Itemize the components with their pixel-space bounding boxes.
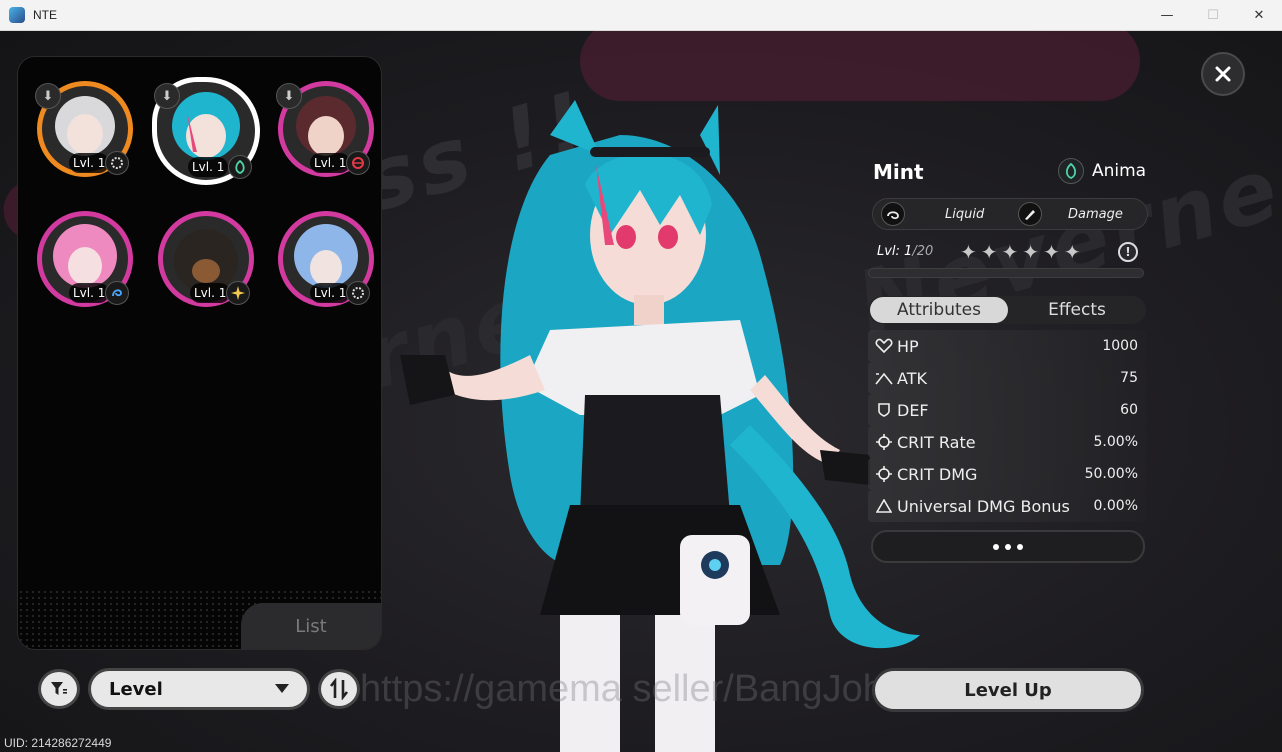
attribute-name: CRIT DMG (897, 464, 978, 484)
character-portrait[interactable]: Lvl. 1 (278, 211, 374, 307)
attribute-name: Universal DMG Bonus (897, 496, 1070, 516)
app-icon (9, 7, 25, 23)
window-close-button[interactable]: ✕ (1236, 0, 1282, 31)
swirl-icon (105, 281, 129, 305)
window-title: NTE (33, 8, 57, 22)
attribute-name: HP (897, 336, 919, 356)
type-liquid-label: Liquid (945, 206, 985, 222)
watermark-text: https://gamema seller/BangJohn (360, 668, 905, 710)
attribute-list: HP 1000 ATK 75 DEF 60 CRIT Rate 5.00% CR… (868, 330, 1146, 522)
attribute-row: HP 1000 (868, 330, 1146, 362)
attribute-row: DEF 60 (868, 394, 1146, 426)
attribute-value: 75 (1120, 370, 1138, 386)
character-portrait[interactable]: ⬇ Lvl. 1 (276, 81, 374, 177)
download-icon: ⬇ (276, 83, 302, 109)
character-model (400, 100, 920, 752)
more-dot-icon (993, 543, 999, 550)
star-icon: ✦ (1063, 240, 1081, 264)
maximize-button[interactable]: ☐ (1190, 0, 1236, 31)
character-type-bar: Liquid Damage (872, 198, 1148, 230)
shield-icon (873, 402, 895, 418)
portrait-level: Lvl. 1 (69, 283, 110, 303)
attribute-value: 50.00% (1084, 466, 1138, 482)
sort-dropdown-label: Level (109, 678, 163, 700)
faction-label: Anima (1092, 161, 1147, 181)
ascension-stars: ✦ ✦ ✦ ✦ ✦ ✦ (960, 240, 1081, 264)
heart-icon (873, 338, 895, 354)
anima-icon (228, 155, 252, 179)
cosmos-icon (346, 151, 370, 175)
more-attributes-button[interactable] (871, 530, 1145, 563)
close-panel-button[interactable] (1201, 52, 1245, 96)
crosshair-icon (873, 466, 895, 482)
level-current: Lvl: 1 (877, 244, 913, 259)
character-name: Mint (873, 160, 924, 184)
attribute-row: Universal DMG Bonus 0.00% (868, 490, 1146, 522)
portrait-level: Lvl. 1 (188, 157, 229, 177)
type-liquid: Liquid (873, 199, 1010, 229)
gear-icon (346, 281, 370, 305)
download-icon: ⬇ (35, 83, 61, 109)
portrait-level: Lvl. 1 (69, 153, 110, 173)
attribute-row: ATK 75 (868, 362, 1146, 394)
level-up-button[interactable]: Level Up (872, 668, 1144, 712)
character-faction: Anima (1058, 158, 1146, 184)
attribute-name: ATK (897, 368, 927, 388)
uid-label: UID: 214286272449 (4, 736, 112, 750)
download-icon: ⬇ (154, 83, 180, 109)
crosshair-icon (873, 434, 895, 450)
xp-progress-bar (868, 268, 1144, 278)
star-icon: ✦ (1043, 240, 1060, 264)
character-portrait[interactable]: Lvl. 1 (158, 211, 254, 307)
character-portrait[interactable]: ⬇ Lvl. 1 (35, 81, 133, 177)
window-titlebar: NTE — ☐ ✕ (0, 0, 1282, 31)
atk-icon (873, 371, 895, 385)
more-dot-icon (1005, 543, 1011, 550)
portrait-level: Lvl. 1 (310, 283, 351, 303)
star-icon: ✦ (1001, 240, 1019, 264)
attribute-value: 0.00% (1093, 498, 1138, 514)
type-damage-label: Damage (1068, 206, 1123, 222)
gear-icon (105, 151, 129, 175)
character-roster-panel: ⬇ Lvl. 1 ⬇ Lvl. 1 ⬇ Lvl. 1 Lvl. 1 Lvl. 1… (17, 56, 382, 650)
star-icon: ✦ (1022, 240, 1040, 264)
anima-icon (1058, 158, 1084, 184)
attribute-value: 60 (1120, 402, 1138, 418)
tab-effects[interactable]: Effects (1008, 297, 1146, 323)
sort-order-button[interactable] (318, 669, 360, 709)
spark-icon (226, 281, 250, 305)
portrait-level: Lvl. 1 (190, 283, 231, 303)
attribute-row: CRIT DMG 50.00% (868, 458, 1146, 490)
attribute-row: CRIT Rate 5.00% (868, 426, 1146, 458)
character-portrait-selected[interactable]: ⬇ Lvl. 1 (152, 77, 260, 185)
character-portrait[interactable]: Lvl. 1 (37, 211, 133, 307)
list-tab[interactable]: List (241, 603, 381, 649)
tab-attributes[interactable]: Attributes (870, 297, 1008, 323)
star-icon: ✦ (980, 240, 998, 264)
close-icon (1215, 66, 1231, 82)
attribute-name: DEF (897, 400, 929, 420)
filter-button[interactable] (38, 669, 80, 709)
liquid-icon (881, 202, 905, 226)
filter-icon (51, 682, 67, 695)
attribute-value: 5.00% (1093, 434, 1138, 450)
attribute-value: 1000 (1102, 338, 1138, 354)
minimize-button[interactable]: — (1144, 0, 1190, 31)
info-tabs: Attributes Effects (868, 296, 1146, 324)
level-max: /20 (912, 244, 934, 259)
character-level: Lvl: 1/20 (877, 244, 933, 259)
sort-dropdown[interactable]: Level (88, 668, 310, 710)
star-icon: ✦ (960, 240, 977, 264)
chevron-down-icon (275, 684, 289, 693)
info-icon[interactable]: ! (1118, 242, 1138, 262)
attribute-name: CRIT Rate (897, 432, 976, 452)
type-damage: Damage (1010, 199, 1147, 229)
bg-banner (580, 31, 1140, 101)
triangle-icon (873, 499, 895, 513)
portrait-level: Lvl. 1 (310, 153, 351, 173)
damage-icon (1018, 202, 1042, 226)
sort-order-icon (329, 678, 349, 700)
more-dot-icon (1017, 543, 1023, 550)
